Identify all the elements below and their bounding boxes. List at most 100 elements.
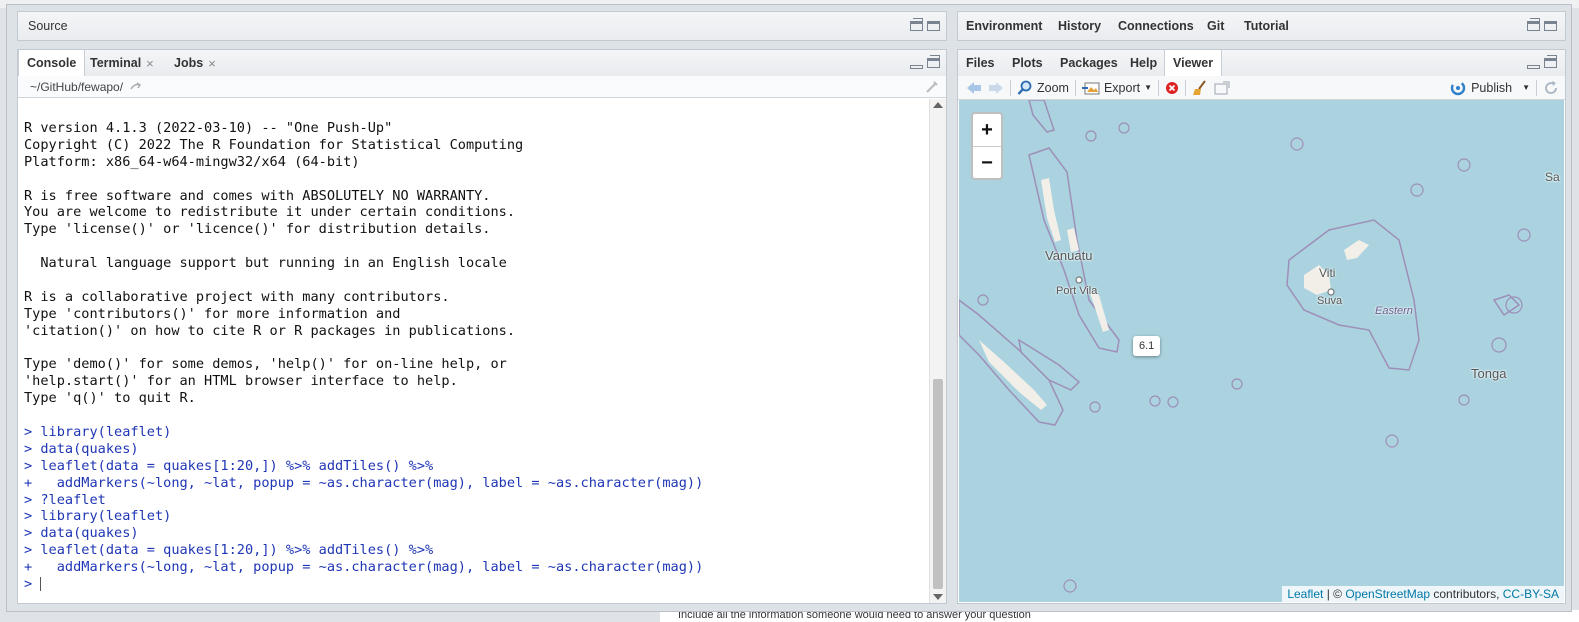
restore-pane-icon[interactable]	[1544, 55, 1557, 68]
reef-outline	[1410, 183, 1424, 197]
clear-all-button[interactable]	[1192, 79, 1208, 96]
files-window-buttons	[1527, 50, 1557, 76]
environment-pane: Environment History Connections Git Tuto…	[957, 11, 1566, 41]
export-menu[interactable]: Export ▼	[1081, 81, 1152, 95]
restore-pane-icon[interactable]	[927, 55, 940, 68]
tab-plots[interactable]: Plots	[1004, 50, 1051, 76]
tab-console-label: Console	[27, 56, 77, 70]
source-pane-title[interactable]: Source	[28, 19, 68, 33]
export-image-icon	[1081, 82, 1100, 94]
tab-files[interactable]: Files	[958, 50, 1003, 76]
maximize-pane-icon[interactable]	[1544, 21, 1557, 31]
tab-connections[interactable]: Connections	[1110, 12, 1202, 40]
restore-pane-icon[interactable]	[910, 18, 923, 31]
reef-outline	[1085, 130, 1097, 142]
reef-outline	[1118, 122, 1130, 134]
close-icon[interactable]: ×	[208, 56, 216, 71]
console-output-line: 'citation()' on how to cite R or R packa…	[24, 322, 516, 339]
console-path-bar: ~/GitHub/fewapo/	[18, 76, 946, 98]
show-in-window-button[interactable]	[1214, 81, 1230, 95]
console-output-line: Copyright (C) 2022 The R Foundation for …	[24, 136, 524, 153]
console-output-line: Type 'q()' to quit R.	[24, 390, 196, 407]
console-input-line: > ?leaflet	[24, 491, 106, 508]
publish-menu[interactable]: Publish ▼	[1449, 80, 1530, 96]
forward-arrow-icon[interactable]	[988, 81, 1004, 95]
map-label-suva: Suva	[1317, 295, 1343, 307]
zoom-in-button[interactable]: +	[973, 114, 1001, 146]
reef-outline	[1231, 378, 1243, 390]
console-output-line: Type 'demo()' for some demos, 'help()' f…	[24, 356, 507, 373]
leaflet-link[interactable]: Leaflet	[1287, 587, 1323, 601]
scroll-down-icon[interactable]	[933, 594, 943, 600]
reef-outline	[1290, 137, 1304, 151]
console-prompt[interactable]: >	[24, 576, 930, 593]
tab-jobs[interactable]: Jobs ×	[166, 50, 224, 76]
map-marker-label[interactable]: 6.1	[1133, 336, 1161, 356]
console-input-line: > data(quakes)	[24, 525, 139, 542]
close-icon[interactable]: ×	[146, 56, 154, 71]
tab-packages[interactable]: Packages	[1052, 50, 1126, 76]
refresh-button[interactable]	[1543, 80, 1559, 96]
zoom-label: Zoom	[1037, 80, 1069, 95]
working-directory: ~/GitHub/fewapo/	[30, 79, 124, 94]
go-to-directory-icon[interactable]	[129, 81, 143, 93]
map-tiles	[959, 100, 1531, 593]
clear-console-icon[interactable]	[924, 79, 940, 95]
tab-help[interactable]: Help	[1122, 50, 1165, 76]
attribution-separator: | ©	[1323, 587, 1346, 601]
scrollbar-thumb[interactable]	[933, 379, 943, 589]
tab-terminal[interactable]: Terminal ×	[82, 50, 162, 76]
minimize-pane-icon[interactable]	[1527, 65, 1540, 69]
map-label-eastern: Eastern	[1375, 305, 1413, 317]
maximize-pane-icon[interactable]	[927, 21, 940, 31]
reef-outline	[1385, 434, 1399, 448]
reef-outline	[1517, 228, 1531, 242]
toolbar-separator	[1074, 79, 1076, 96]
zoom-out-button[interactable]: −	[973, 146, 1001, 179]
clear-viewer-button[interactable]	[1165, 81, 1179, 95]
back-arrow-icon[interactable]	[966, 81, 982, 95]
console-scrollbar[interactable]	[929, 99, 946, 603]
toolbar-separator	[1158, 79, 1160, 96]
files-tabbar: Files Plots Packages Help Viewer	[958, 50, 1565, 77]
tab-git-label: Git	[1207, 19, 1225, 33]
source-pane-header: Source	[18, 12, 946, 40]
toolbar-separator	[1185, 79, 1187, 96]
reef-outline	[1491, 337, 1507, 353]
scroll-up-icon[interactable]	[933, 102, 943, 108]
console-input-line: > data(quakes)	[24, 440, 139, 457]
openstreetmap-link[interactable]: OpenStreetMap	[1345, 587, 1430, 601]
console-input-line: + addMarkers(~long, ~lat, popup = ~as.ch…	[24, 559, 704, 576]
source-pane: Source	[17, 11, 947, 41]
publish-label: Publish	[1471, 80, 1513, 95]
console-output-line: R version 4.1.3 (2022-03-10) -- "One Pus…	[24, 120, 393, 136]
minimize-pane-icon[interactable]	[910, 65, 923, 69]
tab-tutorial[interactable]: Tutorial	[1236, 12, 1297, 40]
tab-terminal-label: Terminal	[90, 56, 142, 70]
restore-pane-icon[interactable]	[1527, 18, 1540, 31]
leaflet-map[interactable]: Vanuatu Port Vila Viti Suva Eastern Tong…	[959, 100, 1564, 602]
tab-viewer[interactable]: Viewer	[1164, 50, 1223, 76]
tab-environment[interactable]: Environment	[958, 12, 1050, 40]
tab-tutorial-label: Tutorial	[1244, 19, 1289, 33]
tab-history-label: History	[1058, 19, 1102, 33]
console-output[interactable]: R version 4.1.3 (2022-03-10) -- "One Pus…	[18, 99, 930, 603]
map-label-port-vila: Port Vila	[1056, 285, 1098, 297]
broom-icon	[1193, 79, 1206, 95]
tab-packages-label: Packages	[1060, 56, 1118, 70]
console-output-line: Platform: x86_64-w64-mingw32/x64 (64-bit…	[24, 153, 360, 170]
tab-history[interactable]: History	[1050, 12, 1109, 40]
license-link[interactable]: CC-BY-SA	[1503, 587, 1559, 601]
rstudio-window: Source Console Terminal × Jobs × ~/GitHub/…	[6, 4, 1572, 612]
tab-console[interactable]: Console	[18, 50, 86, 76]
map-label-partial: Sa	[1545, 170, 1560, 184]
tab-viewer-label: Viewer	[1173, 56, 1214, 70]
console-input-line: > library(leaflet)	[24, 424, 172, 441]
attribution-contributors: contributors,	[1430, 587, 1503, 601]
publish-icon	[1450, 80, 1466, 95]
zoom-button[interactable]: Zoom	[1017, 80, 1069, 96]
tab-git[interactable]: Git	[1199, 12, 1232, 40]
